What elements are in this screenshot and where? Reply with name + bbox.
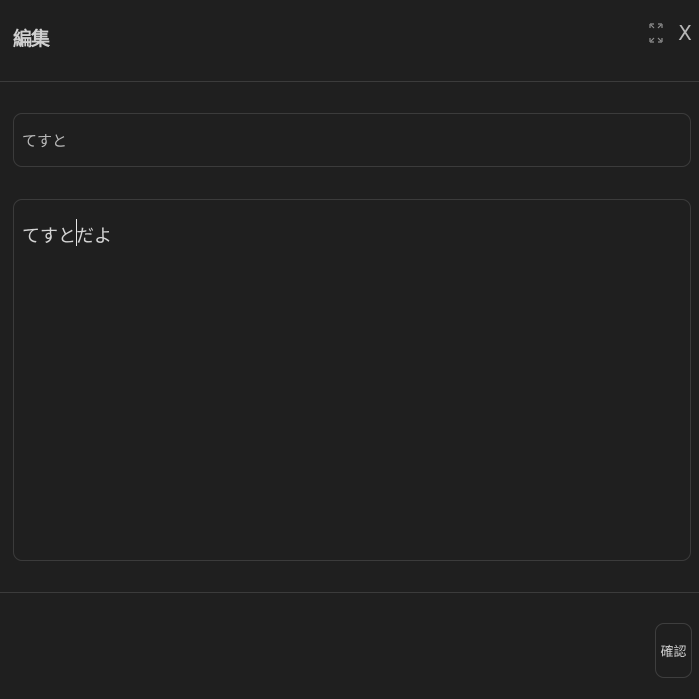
dialog-header: 編集 X — [0, 0, 699, 82]
body-textarea[interactable]: てすとだよ — [13, 199, 691, 561]
confirm-button[interactable]: 確認 — [655, 623, 692, 678]
dialog-title: 編集 — [13, 28, 50, 50]
expand-button[interactable] — [648, 22, 664, 44]
close-button[interactable]: X — [676, 20, 694, 46]
edit-dialog: 編集 X てすとだよ 確認 — [0, 0, 699, 699]
footer-divider — [0, 592, 699, 593]
title-input[interactable] — [13, 113, 691, 167]
text-cursor — [76, 219, 77, 246]
expand-icon — [649, 23, 663, 43]
